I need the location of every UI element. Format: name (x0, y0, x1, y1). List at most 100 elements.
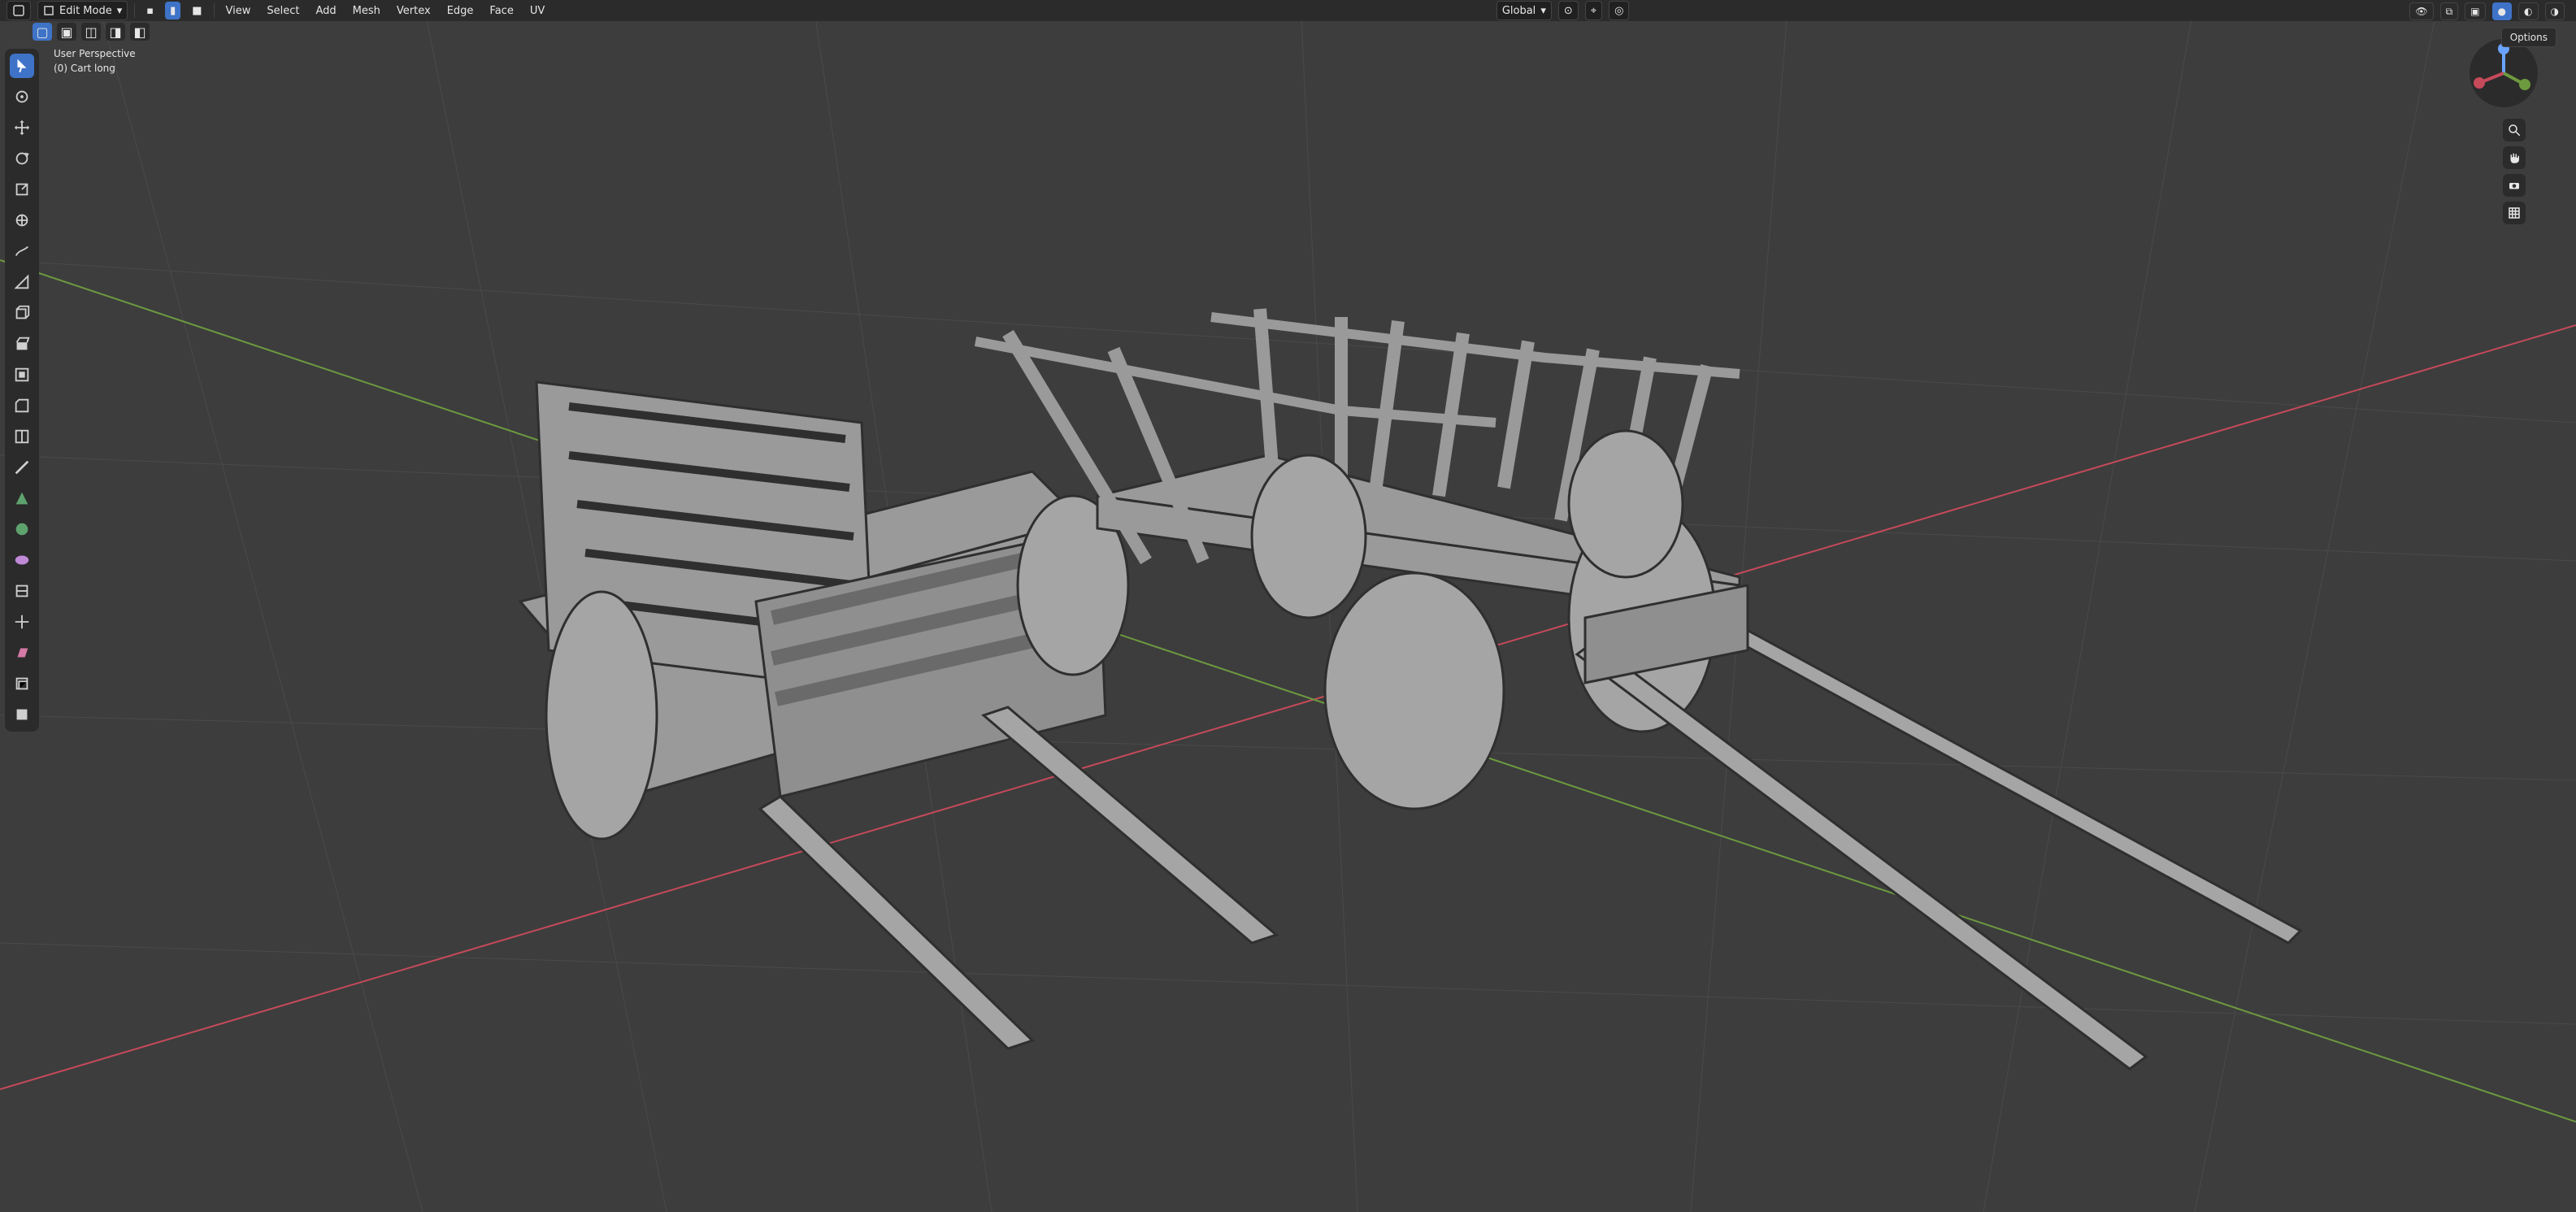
proportional-edit-dropdown[interactable]: ◎ (1609, 1, 1630, 20)
rip-region-tool[interactable] (10, 671, 34, 696)
transform-tool[interactable] (10, 208, 34, 232)
menu-edge[interactable]: Edge (442, 2, 479, 20)
edit-mode-icon (44, 6, 54, 15)
menu-face[interactable]: Face (484, 2, 518, 20)
select-mode-row: ▢ ▣ ◫ ◨ ◧ (33, 23, 150, 41)
shading-material[interactable]: ◐ (2518, 2, 2539, 20)
pan-hand-icon (2510, 153, 2519, 163)
transform-icon (15, 214, 28, 227)
orientation-label: Global (1501, 4, 1536, 17)
edge-slide-tool[interactable] (10, 579, 34, 603)
face-select-mode[interactable]: ■ (187, 2, 207, 20)
pan-button[interactable] (2503, 146, 2526, 169)
chevron-down-icon: ▾ (1540, 4, 1546, 17)
header-separator (213, 3, 215, 18)
menu-vertex[interactable]: Vertex (392, 2, 436, 20)
select-mode-intersect[interactable]: ◧ (130, 23, 150, 41)
spin-tool[interactable] (10, 517, 34, 541)
options-dropdown[interactable]: Options (2500, 28, 2556, 47)
select-mode-invert[interactable]: ◨ (106, 23, 125, 41)
select-mode-subtract[interactable]: ◫ (81, 23, 101, 41)
loop-cut-tool[interactable] (10, 424, 34, 449)
snapping-dropdown[interactable]: ⌖ (1584, 1, 1603, 20)
annotate-icon (15, 245, 28, 256)
viewport-icon (13, 5, 24, 16)
menu-select[interactable]: Select (262, 2, 304, 20)
shear-tool[interactable] (10, 641, 34, 665)
shrink-fatten-icon (15, 615, 29, 629)
inset-faces-tool[interactable] (10, 363, 34, 387)
pivot-point-dropdown[interactable]: ⊙ (1557, 1, 1579, 20)
viewport-header: Edit Mode ▾ ▪ ▮ ■ View Select Add Mesh V… (0, 0, 2576, 21)
bevel-tool[interactable] (10, 393, 34, 418)
x-axis-line (0, 324, 2576, 1090)
cursor-icon (15, 90, 28, 103)
scale-icon (15, 183, 28, 196)
add-cube-icon (15, 305, 30, 319)
zoom-button[interactable] (2503, 119, 2526, 141)
rotate-icon (15, 152, 29, 165)
mode-label: Edit Mode (59, 4, 112, 17)
cart-right (974, 308, 2303, 1071)
scale-tool[interactable] (10, 177, 34, 202)
select-box-tool[interactable] (10, 54, 34, 78)
proportional-icon: ◎ (1614, 4, 1624, 17)
camera-button[interactable] (2503, 174, 2526, 197)
edge-select-mode[interactable]: ▮ (165, 2, 181, 20)
select-mode-extend[interactable]: ▣ (57, 23, 76, 41)
overlay-toggle[interactable]: ⧉ (2439, 2, 2459, 20)
rip-region-icon (15, 677, 28, 690)
options-label: Options (2509, 32, 2548, 43)
right-header-controls: 👁 ⧉ ▣ ● ◐ ◑ (2409, 2, 2565, 20)
loop-cut-icon (15, 429, 29, 444)
snap-icon: ⌖ (1590, 4, 1597, 17)
left-toolbar (5, 49, 39, 732)
zoom-icon (2509, 124, 2521, 137)
viewport-title: User Perspective (54, 48, 136, 59)
add-cube-tool[interactable] (10, 301, 34, 325)
extrude-region-tool[interactable] (10, 332, 34, 356)
move-icon (14, 119, 30, 136)
vertex-select-mode[interactable]: ▪ (141, 2, 159, 20)
gizmo-visibility[interactable]: 👁 (2409, 2, 2434, 20)
rotate-tool[interactable] (10, 146, 34, 171)
xray-toggle[interactable]: ▣ (2465, 2, 2486, 20)
smooth-tool[interactable] (10, 548, 34, 572)
header-separator (134, 3, 136, 18)
spin-icon (15, 523, 28, 536)
y-axis-line (0, 259, 2576, 1123)
shading-rendered[interactable]: ◑ (2544, 2, 2565, 20)
select-mode-new[interactable]: ▢ (33, 23, 52, 41)
viewport-object-label: (0) Cart long (54, 63, 115, 74)
pivot-icon: ⊙ (1563, 4, 1573, 17)
3d-viewport[interactable] (0, 0, 2576, 1212)
annotate-tool[interactable] (10, 239, 34, 263)
chevron-down-icon: ▾ (116, 4, 123, 17)
navigation-controls (2462, 49, 2560, 228)
select-box-icon (17, 59, 27, 73)
move-tool[interactable] (10, 115, 34, 140)
measure-icon (14, 274, 29, 289)
grid-button[interactable] (2503, 202, 2526, 224)
measure-tool[interactable] (10, 270, 34, 294)
camera-icon (2509, 183, 2519, 189)
shrink-fatten-tool[interactable] (10, 610, 34, 634)
mode-dropdown[interactable]: Edit Mode ▾ (37, 1, 128, 20)
edge-slide-icon (15, 584, 28, 597)
menu-view[interactable]: View (221, 2, 256, 20)
knife-tool[interactable] (10, 455, 34, 480)
editor-type-dropdown[interactable] (7, 1, 31, 20)
poly-build-icon (15, 492, 28, 505)
transform-orientation-dropdown[interactable]: Global ▾ (1496, 1, 1552, 20)
cursor-tool[interactable] (10, 85, 34, 109)
menu-mesh[interactable]: Mesh (348, 2, 385, 20)
bevel-icon (15, 398, 29, 413)
face-set-tool[interactable] (10, 702, 34, 727)
poly-build-tool[interactable] (10, 486, 34, 510)
shading-solid[interactable]: ● (2491, 2, 2513, 20)
inset-faces-icon (15, 367, 29, 382)
menu-uv[interactable]: UV (525, 2, 550, 20)
shear-icon (17, 648, 28, 658)
face-set-icon (16, 709, 28, 720)
menu-add[interactable]: Add (311, 2, 341, 20)
